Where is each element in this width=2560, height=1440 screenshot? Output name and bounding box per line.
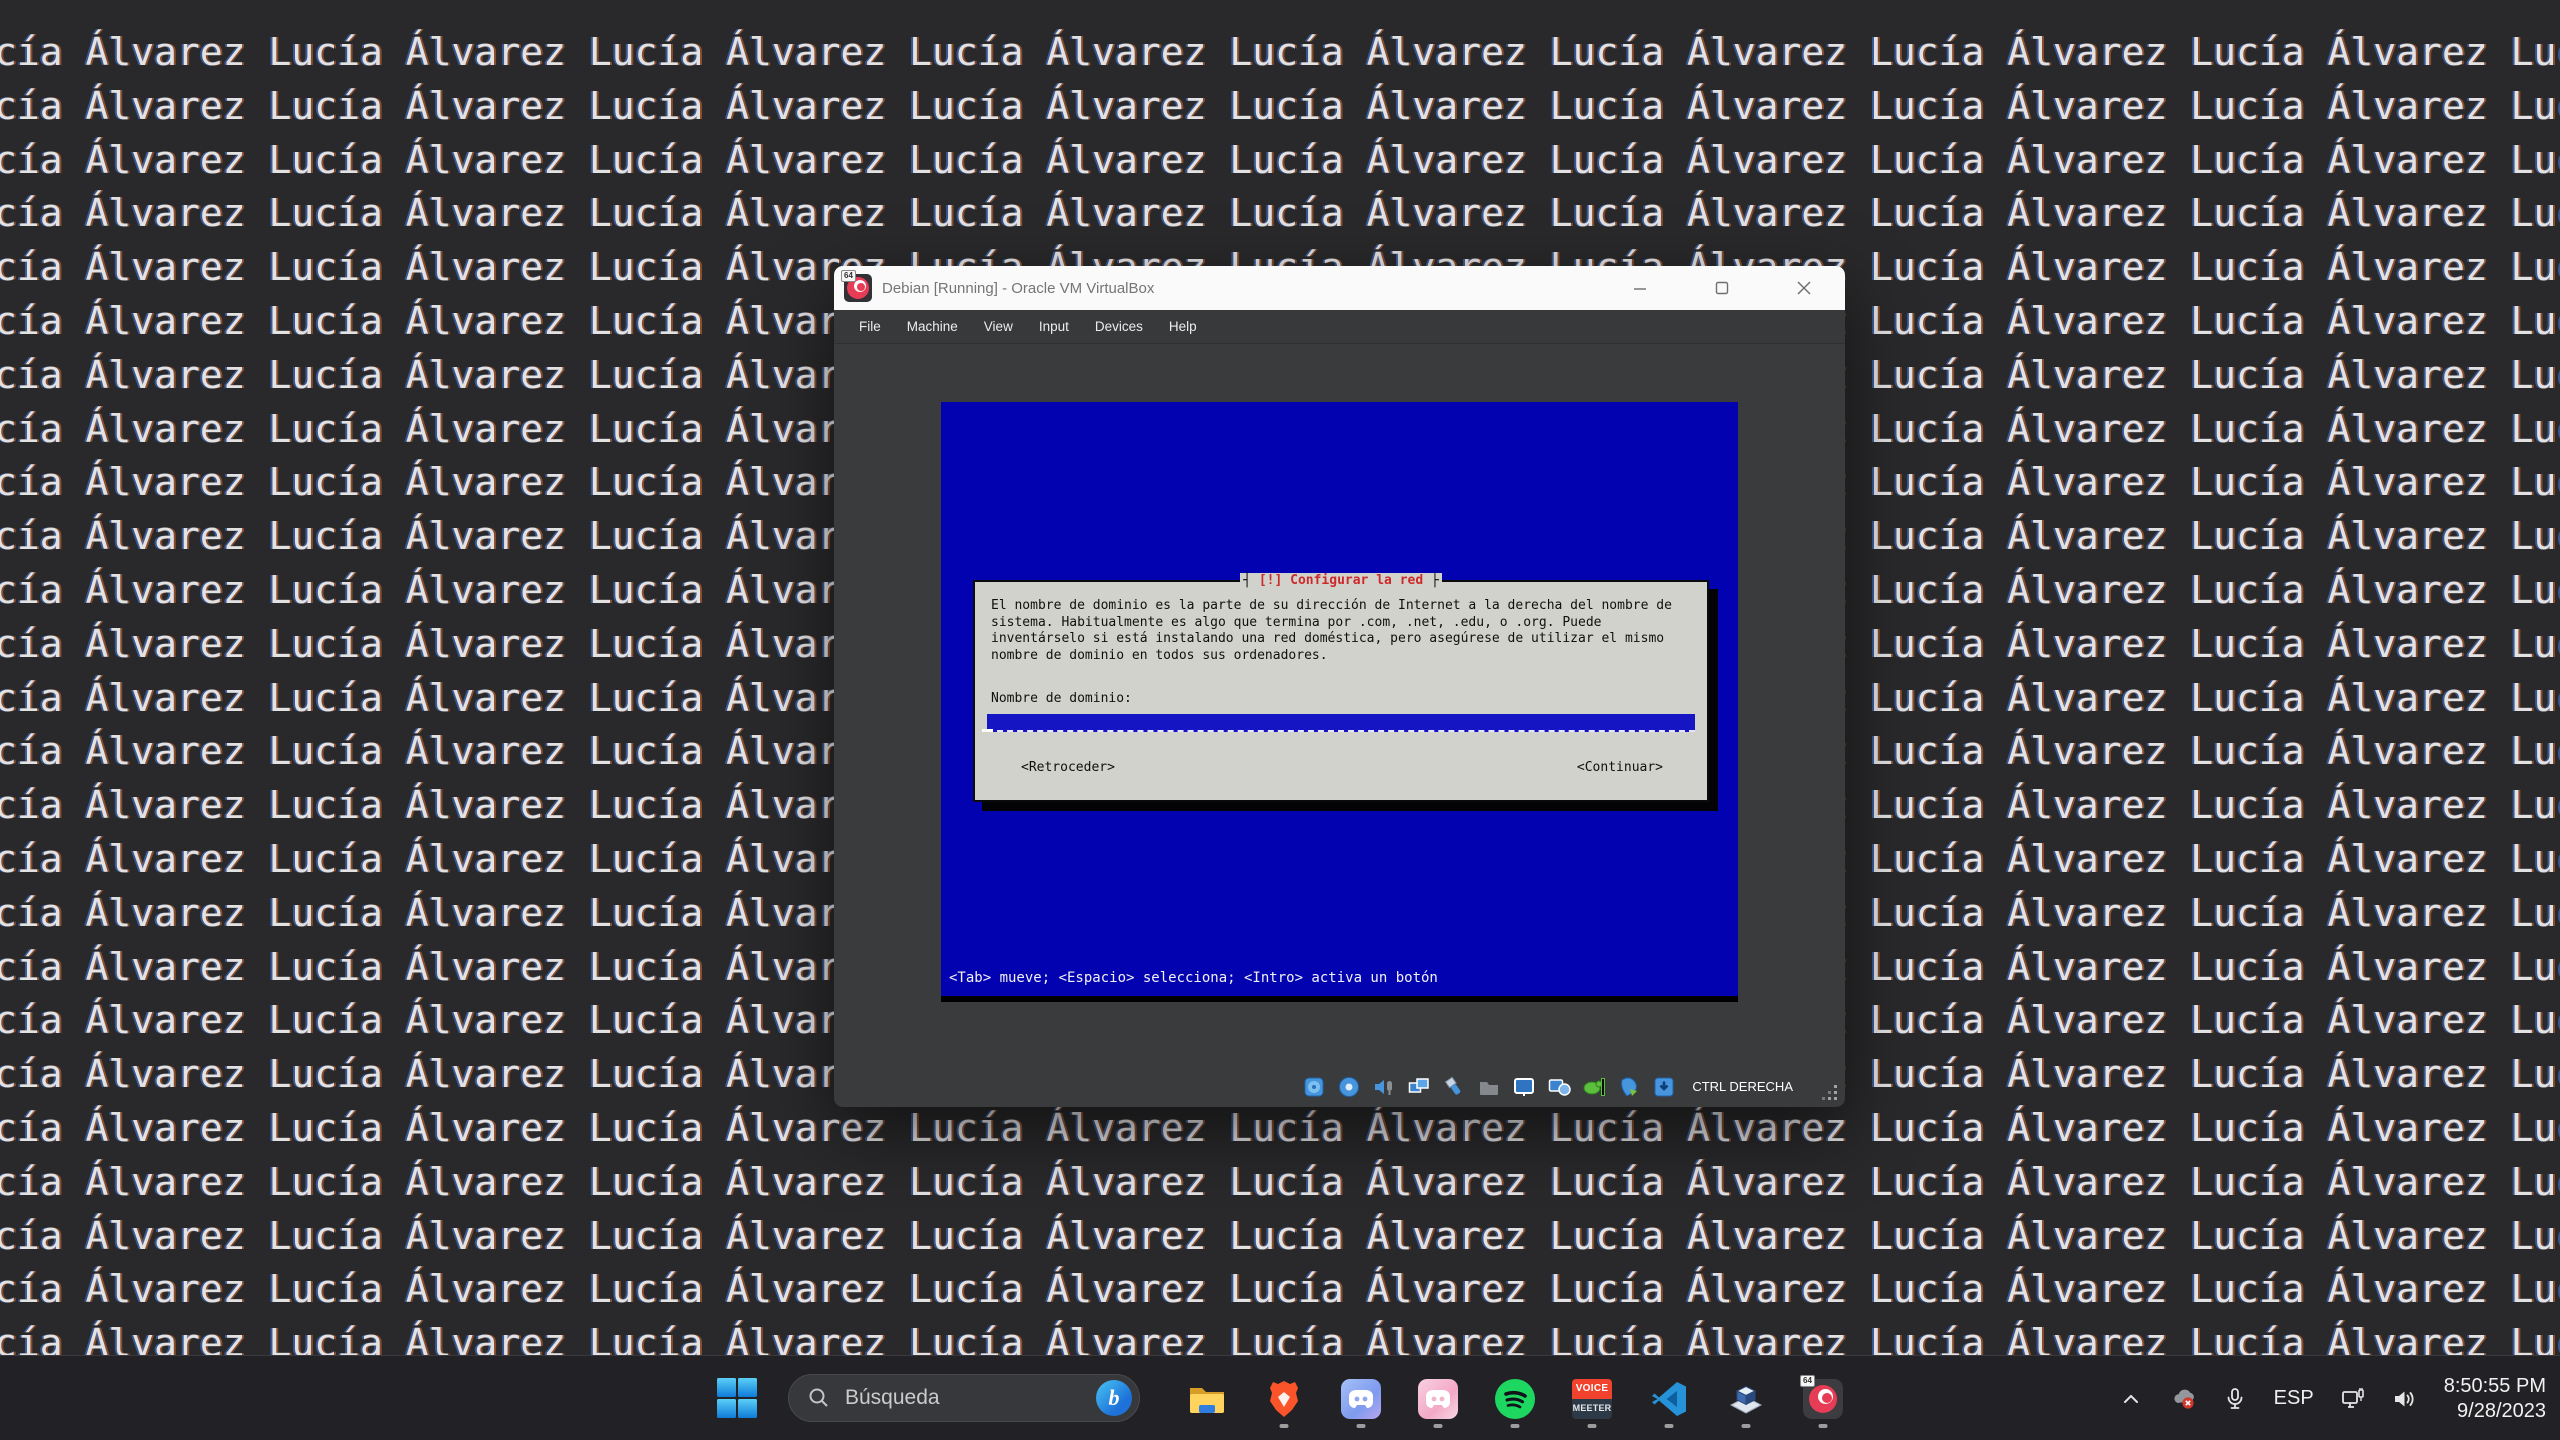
taskbar-vscode[interactable] xyxy=(1649,1379,1689,1428)
running-indicator xyxy=(1741,1424,1751,1428)
menu-bar: File Machine View Input Devices Help xyxy=(834,310,1845,344)
minimize-button[interactable] xyxy=(1599,266,1681,310)
language-indicator[interactable]: ESP xyxy=(2274,1387,2314,1410)
bing-icon: b xyxy=(1096,1380,1132,1416)
host-key-label: CTRL DERECHA xyxy=(1692,1079,1793,1094)
menu-view[interactable]: View xyxy=(971,311,1026,342)
dialog-title: ┤ [!] Configurar la red ├ xyxy=(975,573,1707,590)
search-icon xyxy=(809,1388,828,1407)
running-indicator xyxy=(1664,1424,1674,1428)
vbox-status-bar: CTRL DERECHA xyxy=(834,1066,1845,1107)
search-placeholder: Búsqueda xyxy=(845,1386,940,1409)
retroceder-button[interactable]: <Retroceder> xyxy=(1021,760,1115,777)
mouse-integration-icon[interactable] xyxy=(1617,1075,1641,1099)
running-indicator xyxy=(1356,1424,1366,1428)
taskbar-discord-blue[interactable] xyxy=(1341,1378,1381,1428)
audio-icon[interactable] xyxy=(1372,1075,1396,1099)
window-titlebar[interactable]: 64 Debian [Running] - Oracle VM VirtualB… xyxy=(834,266,1845,310)
file-explorer-icon xyxy=(1190,1387,1224,1413)
menu-input[interactable]: Input xyxy=(1026,311,1082,342)
menu-help[interactable]: Help xyxy=(1156,311,1210,342)
discord-pink-icon xyxy=(1418,1378,1458,1419)
domain-input[interactable] xyxy=(982,714,1695,732)
running-indicator xyxy=(1587,1424,1597,1428)
usb-icon[interactable] xyxy=(1442,1075,1466,1099)
hard-disks-icon[interactable] xyxy=(1302,1075,1326,1099)
system-tray: ESP 8:50:55 PM 9/28/2023 xyxy=(2118,1356,2546,1440)
display-icon[interactable] xyxy=(1512,1075,1536,1099)
maximize-button[interactable] xyxy=(1681,266,1763,310)
recording-icon[interactable] xyxy=(1547,1075,1572,1099)
start-button[interactable] xyxy=(716,1377,758,1419)
running-indicator xyxy=(1818,1424,1828,1428)
taskbar-virtualbox[interactable] xyxy=(1726,1379,1766,1428)
continuar-button[interactable]: <Continuar> xyxy=(1577,760,1663,777)
onedrive-error-icon[interactable] xyxy=(2170,1386,2196,1412)
running-indicator xyxy=(1279,1424,1289,1428)
close-icon xyxy=(1797,281,1811,295)
installer-key-hint: <Tab> mueve; <Espacio> selecciona; <Intr… xyxy=(949,970,1438,986)
tray-time: 8:50:55 PM xyxy=(2443,1374,2546,1397)
windows-logo-icon xyxy=(717,1378,757,1418)
running-indicator xyxy=(1433,1424,1443,1428)
text-cursor xyxy=(982,729,993,732)
close-button[interactable] xyxy=(1763,266,1845,310)
search-input[interactable]: Búsqueda b xyxy=(788,1374,1140,1422)
vscode-icon xyxy=(1652,1381,1686,1416)
taskbar: Búsqueda b VOICE MEETER 64 ESP 8:50:55 P… xyxy=(0,1355,2560,1440)
installer-dialog: ┤ [!] Configurar la red ├ El nombre de d… xyxy=(973,573,1709,802)
resize-grip[interactable] xyxy=(1821,1084,1839,1102)
microphone-icon[interactable] xyxy=(2222,1386,2248,1412)
taskbar-discord-pink[interactable] xyxy=(1418,1378,1458,1428)
volume-icon[interactable] xyxy=(2392,1386,2418,1412)
virtualbox-window: 64 Debian [Running] - Oracle VM VirtualB… xyxy=(834,266,1845,1107)
dialog-body-text: El nombre de dominio es la parte de su d… xyxy=(991,598,1672,663)
menu-devices[interactable]: Devices xyxy=(1082,311,1156,342)
maximize-icon xyxy=(1715,281,1729,295)
keyboard-icon[interactable] xyxy=(1652,1075,1676,1099)
window-title: Debian [Running] - Oracle VM VirtualBox xyxy=(882,279,1155,297)
spotify-icon xyxy=(1495,1378,1535,1419)
tray-date: 9/28/2023 xyxy=(2457,1399,2546,1422)
minimize-icon xyxy=(1634,288,1646,290)
taskbar-apps: VOICE MEETER 64 xyxy=(1187,1356,1843,1440)
domain-field-label: Nombre de dominio: xyxy=(991,691,1132,706)
menu-file[interactable]: File xyxy=(846,311,894,342)
running-indicator xyxy=(1510,1424,1520,1428)
vm-display[interactable]: ┤ [!] Configurar la red ├ El nombre de d… xyxy=(941,402,1738,1002)
features-icon[interactable] xyxy=(1582,1075,1606,1099)
64bit-badge: 64 xyxy=(1800,1374,1815,1387)
taskbar-brave[interactable] xyxy=(1264,1379,1304,1428)
64bit-badge: 64 xyxy=(841,270,856,282)
desktop: cía Álvarez Lucía Álvarez Lucía Álvarez … xyxy=(0,0,2560,1440)
network-icon[interactable] xyxy=(2340,1386,2366,1412)
taskbar-file-explorer[interactable] xyxy=(1187,1379,1227,1419)
tray-chevron-up-icon[interactable] xyxy=(2118,1386,2144,1412)
taskbar-virtualbox-vm[interactable]: 64 xyxy=(1800,1374,1843,1428)
shared-folders-icon[interactable] xyxy=(1477,1075,1501,1099)
voicemeeter-icon: VOICE MEETER xyxy=(1572,1378,1612,1419)
menu-machine[interactable]: Machine xyxy=(894,311,971,342)
discord-blue-icon xyxy=(1341,1378,1381,1419)
network-icon[interactable] xyxy=(1407,1075,1431,1099)
brave-icon xyxy=(1270,1380,1298,1417)
clock[interactable]: 8:50:55 PM 9/28/2023 xyxy=(2444,1374,2546,1424)
taskbar-spotify[interactable] xyxy=(1495,1378,1535,1428)
virtualbox-vm-icon: 64 xyxy=(841,270,872,302)
optical-drives-icon[interactable] xyxy=(1337,1075,1361,1099)
taskbar-voicemeeter[interactable]: VOICE MEETER xyxy=(1572,1378,1612,1428)
virtualbox-icon xyxy=(1729,1385,1763,1414)
virtualbox-vm-64-icon: 64 xyxy=(1800,1374,1843,1419)
